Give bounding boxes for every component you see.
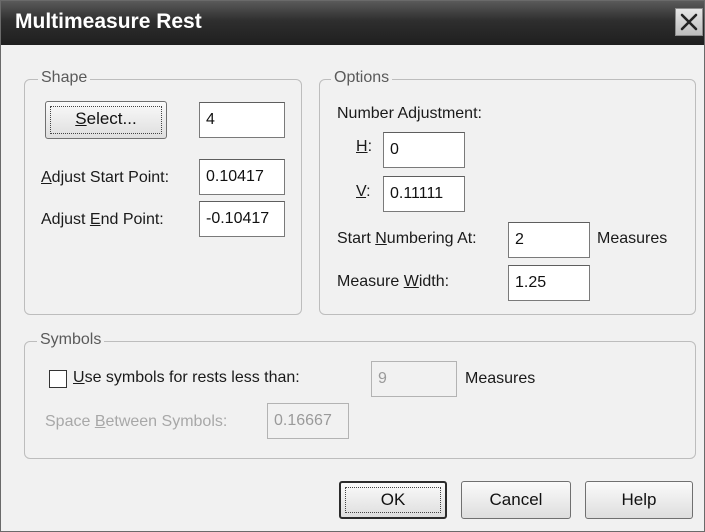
select-value-field[interactable]: 4 xyxy=(199,102,285,138)
number-adjustment-label: Number Adjustment: xyxy=(337,105,482,122)
space-between-symbols-field[interactable]: 0.16667 xyxy=(267,403,349,439)
adjust-start-point-label: Adjust Start Point: xyxy=(41,169,170,186)
measure-width-label: Measure Width: xyxy=(337,273,450,290)
symbols-legend: Symbols xyxy=(37,331,105,349)
v-label: V: xyxy=(356,183,371,200)
use-symbols-unit: Measures xyxy=(465,370,536,387)
cancel-button-label: Cancel xyxy=(489,490,543,509)
title-bar[interactable]: Multimeasure Rest xyxy=(1,1,704,45)
start-numbering-label: Start Numbering At: xyxy=(337,230,477,247)
symbols-group xyxy=(24,341,696,459)
use-symbols-checkbox[interactable] xyxy=(49,370,67,388)
use-symbols-value-field[interactable]: 9 xyxy=(371,361,457,397)
adjust-end-point-label: Adjust End Point: xyxy=(41,211,164,228)
close-button[interactable] xyxy=(675,8,703,36)
space-between-symbols-label: Space Between Symbols: xyxy=(45,413,228,430)
adjust-start-point-field[interactable]: 0.10417 xyxy=(199,159,285,195)
multimeasure-rest-dialog: Multimeasure Rest Shape Select... 4 Adju… xyxy=(0,0,705,532)
ok-button[interactable]: OK xyxy=(339,481,447,519)
h-label: H: xyxy=(356,138,373,155)
dialog-title: Multimeasure Rest xyxy=(15,10,202,33)
adjust-end-point-field[interactable]: -0.10417 xyxy=(199,201,285,237)
select-button[interactable]: Select... xyxy=(45,101,167,139)
shape-legend: Shape xyxy=(38,69,91,87)
ok-button-label: OK xyxy=(380,490,406,509)
options-legend: Options xyxy=(331,69,393,87)
v-field[interactable]: 0.11111 xyxy=(383,176,465,212)
cancel-button[interactable]: Cancel xyxy=(461,481,571,519)
use-symbols-label[interactable]: Use symbols for rests less than: xyxy=(73,369,300,387)
start-numbering-field[interactable]: 2 xyxy=(508,222,590,258)
help-button[interactable]: Help xyxy=(585,481,693,519)
h-field[interactable]: 0 xyxy=(383,132,465,168)
select-button-label: Select... xyxy=(75,109,137,128)
measure-width-field[interactable]: 1.25 xyxy=(508,265,590,301)
close-icon xyxy=(680,13,698,31)
help-button-label: Help xyxy=(621,490,657,509)
start-numbering-unit: Measures xyxy=(597,230,668,247)
